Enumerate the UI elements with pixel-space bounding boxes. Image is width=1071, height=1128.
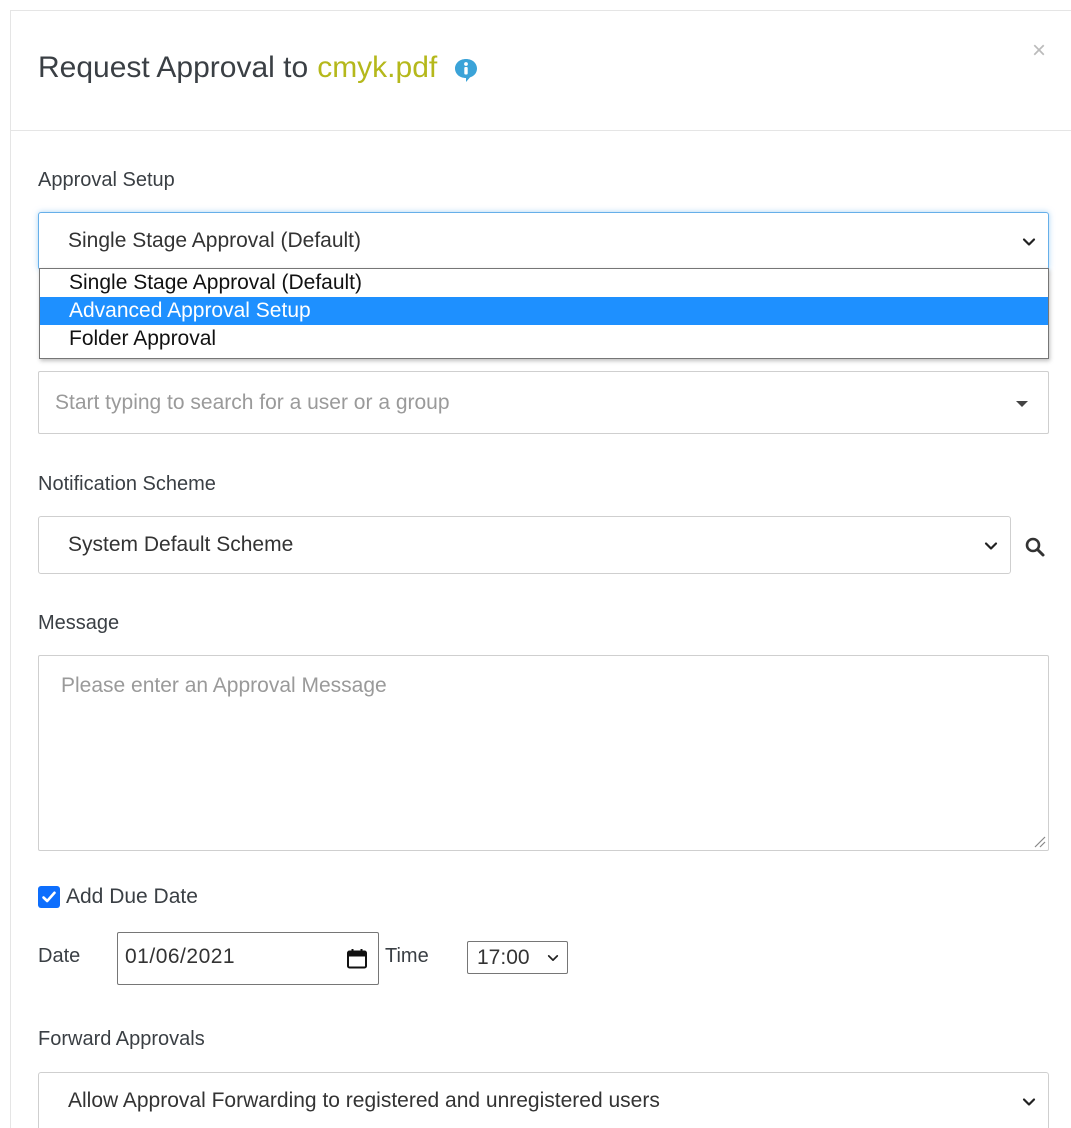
approval-setup-select[interactable]: Single Stage Approval (Default): [38, 212, 1049, 270]
caret-down-icon[interactable]: [1016, 401, 1028, 407]
check-icon: [42, 891, 56, 903]
chevron-down-icon: [547, 955, 559, 961]
add-due-date-label: Add Due Date: [66, 885, 198, 908]
dialog-header: Request Approval to cmyk.pdf ×: [11, 11, 1071, 131]
chevron-down-icon: [984, 542, 998, 550]
forward-approvals-value: Allow Approval Forwarding to registered …: [68, 1089, 660, 1112]
resize-handle-icon[interactable]: [1032, 834, 1046, 848]
forward-approvals-label: Forward Approvals: [38, 1028, 205, 1050]
message-placeholder: Please enter an Approval Message: [61, 674, 387, 697]
close-icon[interactable]: ×: [1032, 39, 1046, 63]
notification-scheme-select[interactable]: System Default Scheme: [38, 516, 1011, 574]
add-due-date-row: Add Due Date: [38, 885, 198, 909]
date-label: Date: [38, 945, 81, 967]
forward-approvals-select[interactable]: Allow Approval Forwarding to registered …: [38, 1072, 1049, 1128]
user-search-placeholder: Start typing to search for a user or a g…: [55, 391, 450, 414]
approval-setup-value: Single Stage Approval (Default): [68, 229, 362, 252]
info-icon[interactable]: [453, 57, 479, 83]
time-select[interactable]: 17:00: [467, 941, 568, 974]
dialog-title: Request Approval to cmyk.pdf: [38, 51, 479, 85]
date-input[interactable]: 01/06/2021: [117, 932, 379, 985]
add-due-date-checkbox[interactable]: [38, 886, 60, 908]
title-prefix: Request Approval to: [38, 51, 309, 84]
approval-dialog: Request Approval to cmyk.pdf × Approval …: [10, 10, 1071, 1128]
time-label: Time: [385, 945, 429, 967]
file-name: cmyk.pdf: [317, 51, 438, 84]
chevron-down-icon: [1022, 1098, 1036, 1106]
time-value: 17:00: [477, 946, 530, 969]
calendar-icon[interactable]: [346, 948, 368, 970]
approval-message-textarea[interactable]: Please enter an Approval Message: [38, 655, 1049, 851]
chevron-down-icon: [1022, 238, 1036, 246]
user-group-search-input[interactable]: Start typing to search for a user or a g…: [38, 371, 1049, 434]
approval-setup-dropdown: Single Stage Approval (Default) Advanced…: [39, 268, 1049, 359]
message-label: Message: [38, 612, 120, 634]
approval-setup-label: Approval Setup: [38, 169, 175, 191]
notification-scheme-label: Notification Scheme: [38, 473, 216, 495]
date-value: 01/06/2021: [125, 945, 236, 968]
option-advanced-setup[interactable]: Advanced Approval Setup: [40, 297, 1048, 325]
option-single-stage[interactable]: Single Stage Approval (Default): [40, 269, 1048, 297]
search-icon[interactable]: [1024, 536, 1046, 558]
notification-scheme-value: System Default Scheme: [68, 533, 294, 556]
option-folder-approval[interactable]: Folder Approval: [40, 325, 1048, 353]
